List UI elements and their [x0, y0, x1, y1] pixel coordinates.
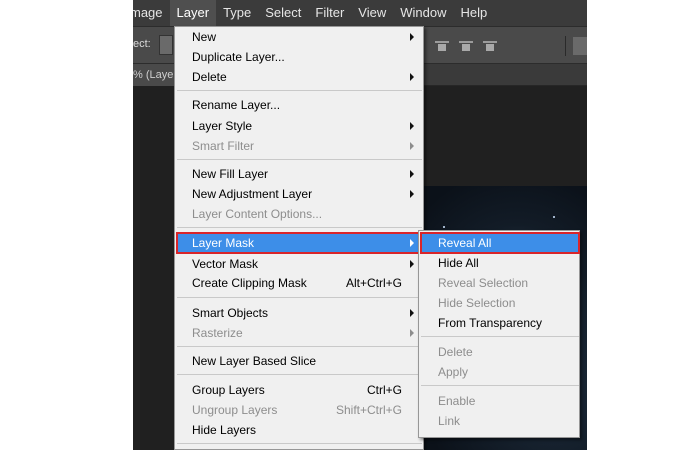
- submenu-arrow-icon: [410, 33, 414, 41]
- menu-item-hide-layers[interactable]: Hide Layers: [177, 420, 422, 440]
- menu-item-rasterize[interactable]: Rasterize: [177, 323, 422, 343]
- menu-item-vector-mask[interactable]: Vector Mask: [177, 254, 422, 274]
- menu-item-label: Delete: [192, 70, 227, 84]
- submenu-arrow-icon: [410, 142, 414, 150]
- submenu-arrow-icon: [410, 170, 414, 178]
- menu-item-label: Hide All: [438, 256, 479, 270]
- menu-item-label: Vector Mask: [192, 257, 259, 271]
- submenu-item-hide-all[interactable]: Hide All: [421, 253, 579, 273]
- submenu-arrow-icon: [410, 309, 414, 317]
- submenu-item-delete[interactable]: Delete: [421, 342, 579, 362]
- submenu-arrow-icon: [410, 329, 414, 337]
- menu-type[interactable]: Type: [216, 0, 258, 26]
- menu-item-label: New Adjustment Layer: [192, 187, 313, 201]
- menu-view[interactable]: View: [351, 0, 393, 26]
- menu-layer[interactable]: Layer: [169, 0, 217, 26]
- menu-separator: [421, 385, 579, 386]
- options-dropdown[interactable]: [159, 35, 173, 55]
- options-divider: [565, 36, 566, 56]
- layer-mask-submenu: Reveal All Hide All Reveal Selection Hid…: [418, 230, 580, 438]
- submenu-arrow-icon: [410, 239, 414, 247]
- layer-menu: New Duplicate Layer... Delete Rename Lay…: [174, 26, 424, 450]
- menu-item-new-adjustment-layer[interactable]: New Adjustment Layer: [177, 184, 422, 204]
- menu-item-label: Layer Style: [192, 119, 253, 133]
- shortcut-label: Ctrl+G: [366, 383, 402, 397]
- submenu-arrow-icon: [410, 190, 414, 198]
- menu-item-label: Create Clipping Mask: [192, 276, 307, 290]
- menu-separator: [177, 297, 422, 298]
- menu-item-layer-style[interactable]: Layer Style: [177, 116, 422, 136]
- menu-item-label: Duplicate Layer...: [192, 50, 285, 64]
- menu-item-label: Reveal All: [438, 236, 492, 250]
- menu-item-label: New Fill Layer: [192, 167, 269, 181]
- star: [443, 226, 445, 228]
- align-middle-icon[interactable]: [459, 39, 473, 52]
- menu-filter[interactable]: Filter: [308, 0, 351, 26]
- menu-separator: [177, 90, 422, 91]
- menu-item-label: New Layer Based Slice: [192, 354, 317, 368]
- submenu-item-link[interactable]: Link: [421, 411, 579, 431]
- document-tab[interactable]: % (Laye: [133, 64, 180, 86]
- menu-item-label: Apply: [438, 365, 469, 379]
- menu-separator: [177, 346, 422, 347]
- menu-item-label: Ungroup Layers: [192, 403, 278, 417]
- menu-item-label: Hide Layers: [192, 423, 257, 437]
- submenu-arrow-icon: [410, 260, 414, 268]
- menu-item-label: Link: [438, 414, 461, 428]
- menu-item-layer-mask[interactable]: Layer Mask: [176, 232, 423, 254]
- menu-item-new-fill-layer[interactable]: New Fill Layer: [177, 164, 422, 184]
- submenu-item-apply[interactable]: Apply: [421, 362, 579, 382]
- menu-item-smart-filter[interactable]: Smart Filter: [177, 136, 422, 156]
- menu-separator: [177, 159, 422, 160]
- menu-help[interactable]: Help: [453, 0, 494, 26]
- menu-item-ungroup-layers[interactable]: Ungroup Layers Shift+Ctrl+G: [177, 400, 422, 420]
- shortcut-label: Shift+Ctrl+G: [335, 403, 402, 417]
- menu-image[interactable]: mage: [133, 0, 170, 26]
- menu-item-duplicate-layer[interactable]: Duplicate Layer...: [177, 47, 422, 67]
- menu-item-label: Layer Content Options...: [192, 207, 323, 221]
- menu-separator: [177, 374, 422, 375]
- options-control[interactable]: [573, 37, 587, 55]
- menu-item-create-clipping-mask[interactable]: Create Clipping Mask Alt+Ctrl+G: [177, 273, 422, 293]
- submenu-item-reveal-all[interactable]: Reveal All: [420, 232, 580, 254]
- menu-item-label: Hide Selection: [438, 296, 516, 310]
- menu-item-rename-layer[interactable]: Rename Layer...: [177, 95, 422, 115]
- submenu-item-enable[interactable]: Enable: [421, 391, 579, 411]
- align-icons-group: [435, 39, 497, 52]
- submenu-arrow-icon: [410, 73, 414, 81]
- star: [553, 216, 555, 218]
- submenu-item-reveal-selection[interactable]: Reveal Selection: [421, 273, 579, 293]
- menu-item-label: Enable: [438, 394, 476, 408]
- menu-item-label: Group Layers: [192, 383, 265, 397]
- menu-separator: [177, 443, 422, 444]
- menu-item-delete[interactable]: Delete: [177, 67, 422, 87]
- menu-separator: [421, 336, 579, 337]
- align-bottom-icon[interactable]: [483, 39, 497, 52]
- submenu-item-hide-selection[interactable]: Hide Selection: [421, 293, 579, 313]
- menu-item-label: Rename Layer...: [192, 98, 281, 112]
- menu-select[interactable]: Select: [258, 0, 308, 26]
- menu-item-new[interactable]: New: [177, 27, 422, 47]
- submenu-item-from-transparency[interactable]: From Transparency: [421, 313, 579, 333]
- menu-item-new-layer-based-slice[interactable]: New Layer Based Slice: [177, 351, 422, 371]
- menu-bar: mage Layer Type Select Filter View Windo…: [133, 0, 587, 26]
- menu-item-label: From Transparency: [438, 316, 543, 330]
- menu-item-label: Layer Mask: [192, 236, 255, 250]
- menu-item-label: Delete: [438, 345, 473, 359]
- menu-item-label: Reveal Selection: [438, 276, 529, 290]
- menu-separator: [177, 227, 422, 228]
- align-top-icon[interactable]: [435, 39, 449, 52]
- menu-window[interactable]: Window: [393, 0, 453, 26]
- menu-item-layer-content-options[interactable]: Layer Content Options...: [177, 204, 422, 224]
- menu-item-smart-objects[interactable]: Smart Objects: [177, 303, 422, 323]
- options-label: ect:: [133, 38, 151, 50]
- submenu-arrow-icon: [410, 122, 414, 130]
- menu-item-label: Smart Objects: [192, 306, 269, 320]
- menu-item-group-layers[interactable]: Group Layers Ctrl+G: [177, 380, 422, 400]
- menu-item-label: Smart Filter: [192, 139, 255, 153]
- menu-item-label: Rasterize: [192, 326, 243, 340]
- shortcut-label: Alt+Ctrl+G: [345, 276, 402, 290]
- menu-item-label: New: [192, 30, 217, 44]
